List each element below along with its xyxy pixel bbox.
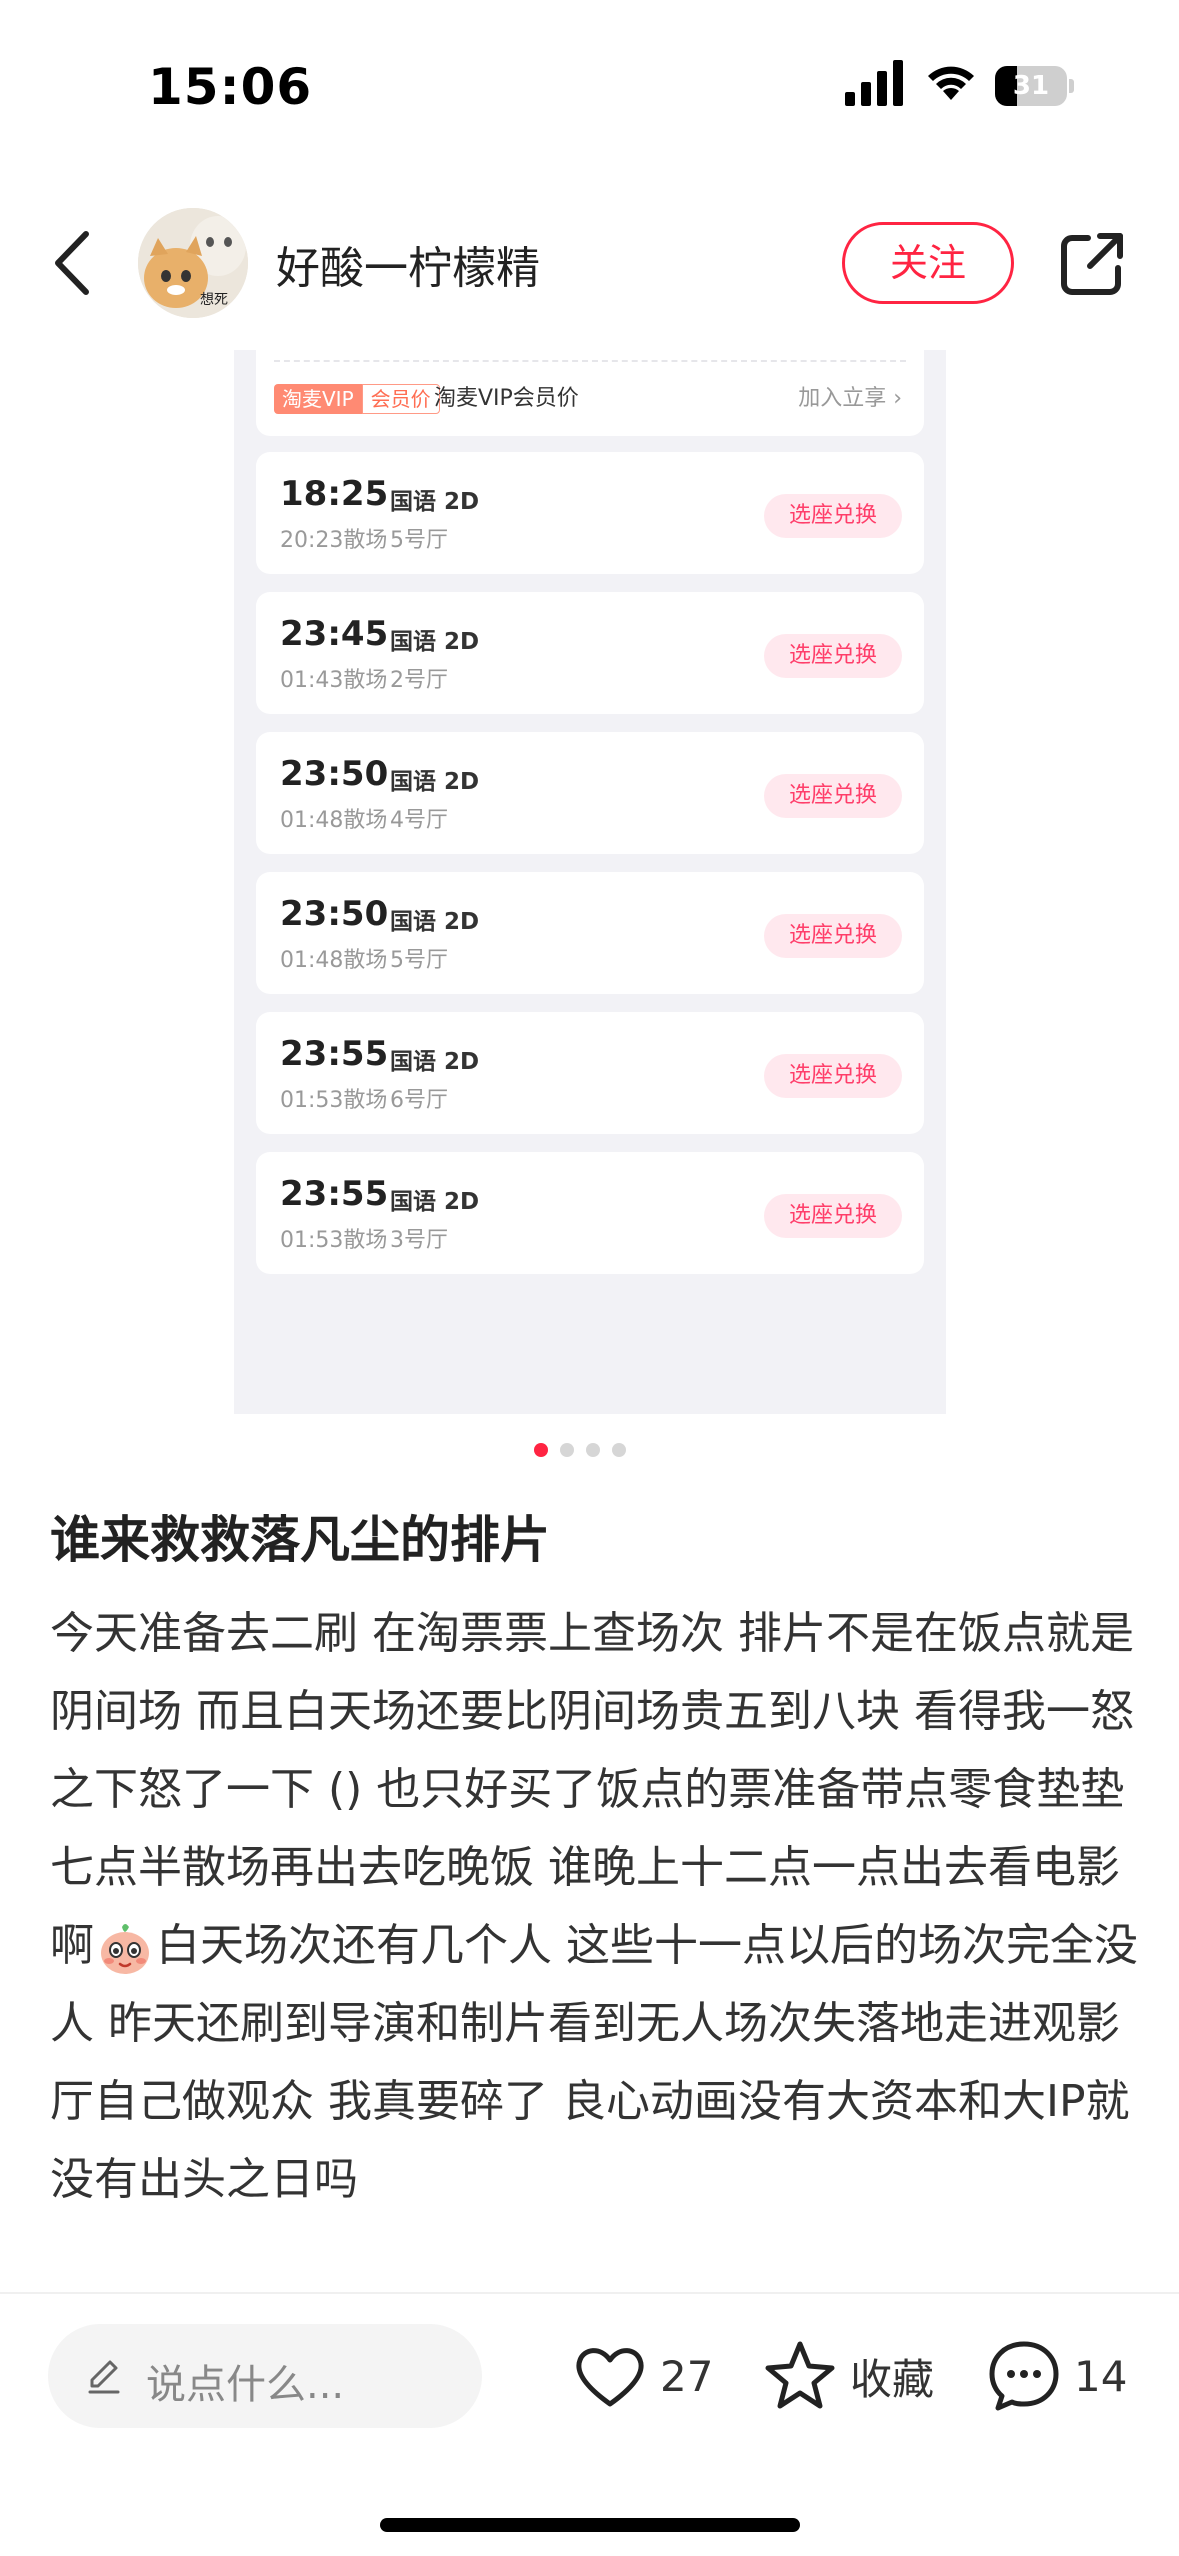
session-time: 23:50 bbox=[280, 754, 389, 794]
like-button[interactable]: 27 bbox=[570, 2330, 713, 2422]
select-seat-button: 选座兑换 bbox=[764, 1054, 902, 1098]
pager-dot[interactable] bbox=[612, 1443, 626, 1457]
select-seat-button: 选座兑换 bbox=[764, 634, 902, 678]
session-time: 23:55 bbox=[280, 1034, 389, 1074]
select-seat-button: 选座兑换 bbox=[764, 914, 902, 958]
post-body-text: 今天准备去二刷 在淘票票上查场次 排片不是在饭点就是阴间场 而且白天场还要比阴间… bbox=[50, 1608, 1134, 1971]
session-hall: 4号厅 bbox=[390, 808, 448, 833]
vip-badge: 淘麦VIP 会员价 bbox=[274, 384, 440, 414]
session-card: 23:50 国语 2D 01:48散场 4号厅 选座兑换 bbox=[256, 732, 924, 854]
comment-button[interactable]: 14 bbox=[984, 2330, 1127, 2422]
comment-count: 14 bbox=[1074, 2351, 1128, 2401]
session-time: 23:45 bbox=[280, 614, 389, 654]
battery-icon: 31 bbox=[995, 66, 1075, 106]
post-title: 谁来救救落凡尘的排片 bbox=[50, 1511, 550, 1569]
vip-price-card: 淘麦VIP 会员价 淘麦VIP会员价 加入立享 › bbox=[256, 350, 924, 436]
session-card: 18:25 国语 2D 20:23散场 5号厅 选座兑换 bbox=[256, 452, 924, 574]
comment-placeholder: 说点什么... bbox=[146, 2362, 345, 2408]
comment-bubble-icon bbox=[989, 2341, 1059, 2411]
like-count: 27 bbox=[660, 2351, 714, 2401]
back-icon[interactable] bbox=[50, 228, 94, 298]
collect-button[interactable]: 收藏 bbox=[760, 2330, 934, 2422]
vip-text: 淘麦VIP会员价 bbox=[434, 386, 579, 411]
vip-badge-right: 会员价 bbox=[361, 384, 440, 414]
comment-input[interactable]: 说点什么... bbox=[48, 2324, 482, 2428]
post-body: 今天准备去二刷 在淘票票上查场次 排片不是在饭点就是阴间场 而且白天场还要比阴间… bbox=[50, 1595, 1140, 2219]
battery-percent: 31 bbox=[1012, 71, 1050, 101]
session-lang: 国语 2D bbox=[390, 1049, 480, 1075]
avatar-caption: 想死 bbox=[200, 292, 228, 308]
image-pager[interactable] bbox=[534, 1443, 626, 1459]
follow-button[interactable]: 关注 bbox=[842, 222, 1014, 304]
select-seat-button: 选座兑换 bbox=[764, 1194, 902, 1238]
session-card: 23:55 国语 2D 01:53散场 6号厅 选座兑换 bbox=[256, 1012, 924, 1134]
session-card: 23:55 国语 2D 01:53散场 3号厅 选座兑换 bbox=[256, 1152, 924, 1274]
pencil-icon bbox=[88, 2360, 120, 2394]
cellular-signal-icon bbox=[845, 60, 903, 106]
session-end: 01:43散场 bbox=[280, 668, 388, 693]
share-icon[interactable] bbox=[1058, 230, 1126, 298]
status-time: 15:06 bbox=[148, 58, 313, 116]
session-end: 20:23散场 bbox=[280, 528, 388, 553]
session-time: 23:55 bbox=[280, 1174, 389, 1214]
home-indicator[interactable] bbox=[380, 2518, 800, 2532]
wifi-icon bbox=[928, 66, 974, 100]
divider bbox=[0, 2292, 1179, 2294]
vip-join-link: 加入立享 › bbox=[798, 386, 902, 411]
session-hall: 5号厅 bbox=[390, 528, 448, 553]
star-icon bbox=[765, 2341, 835, 2409]
collect-label: 收藏 bbox=[850, 2354, 935, 2404]
session-hall: 6号厅 bbox=[390, 1088, 448, 1113]
session-lang: 国语 2D bbox=[390, 629, 480, 655]
vip-badge-left: 淘麦VIP bbox=[274, 384, 362, 414]
session-hall: 5号厅 bbox=[390, 948, 448, 973]
session-lang: 国语 2D bbox=[390, 769, 480, 795]
pager-dot[interactable] bbox=[534, 1443, 548, 1457]
post-image[interactable]: 淘麦VIP 会员价 淘麦VIP会员价 加入立享 › 18:25 国语 2D 20… bbox=[234, 350, 946, 1414]
select-seat-button: 选座兑换 bbox=[764, 494, 902, 538]
session-card: 23:45 国语 2D 01:43散场 2号厅 选座兑换 bbox=[256, 592, 924, 714]
avatar[interactable]: 想死 bbox=[138, 208, 248, 318]
session-lang: 国语 2D bbox=[390, 1189, 480, 1215]
session-hall: 2号厅 bbox=[390, 668, 448, 693]
shy-face-emoji-icon bbox=[101, 1924, 149, 1974]
pager-dot[interactable] bbox=[560, 1443, 574, 1457]
session-time: 23:50 bbox=[280, 894, 389, 934]
session-end: 01:53散场 bbox=[280, 1228, 388, 1253]
session-lang: 国语 2D bbox=[390, 489, 480, 515]
session-time: 18:25 bbox=[280, 474, 389, 514]
pager-dot[interactable] bbox=[586, 1443, 600, 1457]
session-end: 01:53散场 bbox=[280, 1088, 388, 1113]
session-end: 01:48散场 bbox=[280, 948, 388, 973]
session-lang: 国语 2D bbox=[390, 909, 480, 935]
select-seat-button: 选座兑换 bbox=[764, 774, 902, 818]
session-card: 23:50 国语 2D 01:48散场 5号厅 选座兑换 bbox=[256, 872, 924, 994]
session-hall: 3号厅 bbox=[390, 1228, 448, 1253]
heart-icon bbox=[576, 2348, 644, 2407]
session-end: 01:48散场 bbox=[280, 808, 388, 833]
username[interactable]: 好酸一柠檬精 bbox=[276, 232, 540, 296]
post-body-text: 白天场次还有几个人 这些十一点以后的场次完全没人 昨天还刷到导演和制片看到无人场… bbox=[50, 1920, 1138, 2205]
